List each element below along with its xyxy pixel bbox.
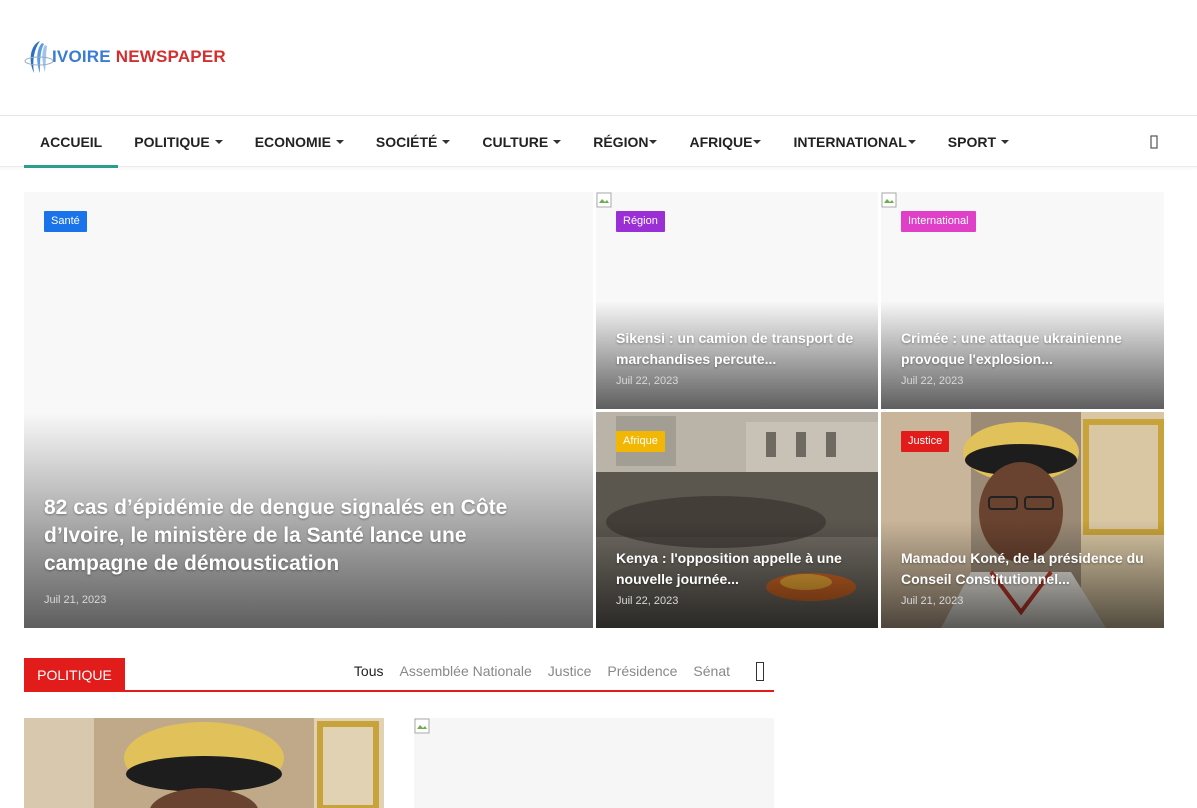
caret-down-icon [335,139,344,144]
caret-down-icon [649,139,658,144]
nav-item-accueil[interactable]: ACCUEIL [24,116,119,168]
site-logo[interactable]: IVOIRE NEWSPAPER [24,38,226,76]
article-date: Juil 22, 2023 [616,375,679,387]
nav-item-international[interactable]: INTERNATIONAL [777,116,931,167]
tab-presidence[interactable]: Présidence [607,663,677,679]
article-date: Juil 22, 2023 [616,595,679,607]
nav-item-economie[interactable]: ECONOMIE [239,116,360,167]
nav-item-label: INTERNATIONAL [793,133,907,150]
site-header: IVOIRE NEWSPAPER [0,0,1197,116]
logo-text: IVOIRE NEWSPAPER [52,47,226,67]
nav-item-afrique[interactable]: AFRIQUE [673,116,777,167]
nav-item-label: SOCIÉTÉ [375,133,438,150]
category-badge[interactable]: Justice [901,431,950,452]
nav-item-label: AFRIQUE [689,133,753,150]
broken-image-icon [881,192,897,208]
caret-down-icon [907,139,916,144]
caret-down-icon [214,139,223,144]
article-date: Juil 21, 2023 [44,594,107,606]
nav-item-label: CULTURE [482,133,549,150]
logo-text-ivoire: IVOIRE [52,47,111,66]
article-title[interactable]: 82 cas d’épidémie de dengue signalés en … [44,494,574,578]
caret-down-icon [1001,139,1009,144]
broken-image-icon [596,192,612,208]
nav-item-label: SPORT [947,133,996,150]
nav-item-sport[interactable]: SPORT [932,116,1025,167]
article-title[interactable]: Mamadou Koné, de la présidence du Consei… [901,548,1151,590]
search-icon[interactable] [1147,134,1161,150]
main-nav: ACCUEIL POLITIQUE ECONOMIE SOCIÉTÉ CULTU… [0,116,1197,168]
tab-assemblee-nationale[interactable]: Assemblée Nationale [399,663,531,679]
category-badge[interactable]: Afrique [616,431,665,452]
featured-grid: Santé 82 cas d’épidémie de dengue signal… [24,192,1164,628]
broken-image-icon [414,718,430,734]
featured-main-card[interactable]: Santé 82 cas d’épidémie de dengue signal… [24,192,593,628]
logo-globe-icon [24,41,54,73]
politique-post-image[interactable] [24,718,384,808]
category-badge[interactable]: International [901,211,976,232]
tab-tous[interactable]: Tous [354,663,384,679]
nav-item-label: POLITIQUE [134,133,210,150]
nav-item-label: ECONOMIE [254,133,331,150]
article-title[interactable]: Sikensi : un camion de transport de marc… [616,328,866,370]
section-tabs: Tous Assemblée Nationale Justice Préside… [338,656,764,686]
article-date: Juil 21, 2023 [901,595,964,607]
more-tabs-icon[interactable] [756,661,764,681]
logo-text-newspaper: NEWSPAPER [110,47,226,66]
caret-down-icon [442,139,451,144]
featured-card[interactable]: Afrique Kenya : l'opposition appelle à u… [596,412,878,628]
tab-senat[interactable]: Sénat [693,663,730,679]
featured-card[interactable]: Justice Mamadou Koné, de la présidence d… [881,412,1164,628]
politique-post-image[interactable] [414,718,774,808]
caret-down-icon [553,139,562,144]
caret-down-icon [753,139,762,144]
tab-justice[interactable]: Justice [548,663,592,679]
politique-section-header: POLITIQUE Tous Assemblée Nationale Justi… [24,656,774,692]
nav-item-politique[interactable]: POLITIQUE [118,116,238,167]
article-title[interactable]: Crimée : une attaque ukrainienne provoqu… [901,328,1151,370]
article-date: Juil 22, 2023 [901,375,964,387]
nav-item-label: RÉGION [593,133,649,150]
portrait-photo [24,718,384,808]
featured-card[interactable]: Région Sikensi : un camion de transport … [596,192,878,409]
article-title[interactable]: Kenya : l'opposition appelle à une nouve… [616,548,866,590]
nav-item-culture[interactable]: CULTURE [466,116,577,167]
nav-item-label: ACCUEIL [40,133,103,150]
section-title[interactable]: POLITIQUE [24,658,125,692]
nav-item-region[interactable]: RÉGION [577,116,673,167]
category-badge[interactable]: Santé [44,211,87,232]
featured-card[interactable]: International Crimée : une attaque ukrai… [881,192,1164,409]
category-badge[interactable]: Région [616,211,665,232]
nav-item-societe[interactable]: SOCIÉTÉ [360,116,466,167]
